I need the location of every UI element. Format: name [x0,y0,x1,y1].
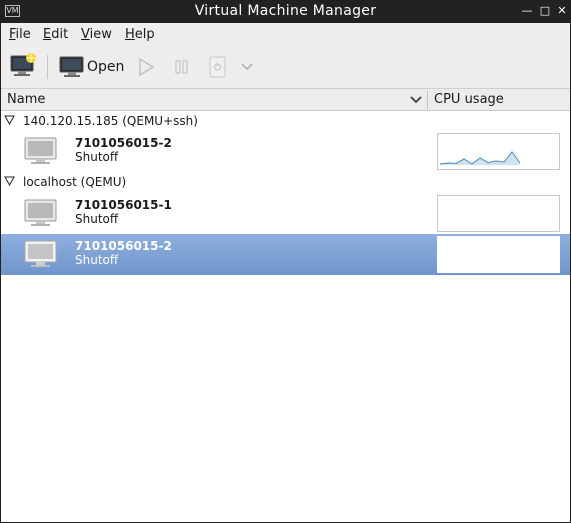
vm-monitor-icon [24,199,57,226]
vm-status: Shutoff [75,253,119,267]
monitor-icon [59,56,84,77]
minimize-icon[interactable]: — [520,4,534,18]
column-name-header[interactable]: Name [7,91,45,109]
title-bar[interactable]: VM Virtual Machine Manager — □ ✕ [1,1,570,23]
power-icon [209,56,226,78]
cpu-usage-graph [437,133,560,170]
menu-help[interactable]: Help [125,26,155,43]
connection-label: localhost (QEMU) [23,175,127,189]
run-button[interactable] [133,53,157,81]
shutdown-button[interactable] [205,53,229,81]
vm-status: Shutoff [75,212,119,226]
window-title: Virtual Machine Manager [194,3,377,19]
cpu-usage-graph [437,195,560,232]
connection-row[interactable]: localhost (QEMU) [1,172,570,192]
expander-open-icon[interactable] [4,115,15,125]
new-vm-button[interactable] [9,53,39,81]
pause-icon [175,60,188,74]
menu-file[interactable]: File [9,26,31,43]
vm-name: 7101056015-2 [75,136,172,150]
vm-row[interactable]: 7101056015-2 Shutoff [1,131,570,172]
vm-row-selected[interactable]: 7101056015-2 Shutoff [1,234,570,275]
menu-file-label: File [9,27,31,42]
maximize-icon[interactable]: □ [538,4,552,18]
menu-bar: File Edit View Help [1,23,570,45]
column-chooser-chevron-icon[interactable] [409,93,423,107]
column-header: Name CPU usage [1,89,570,111]
vm-name: 7101056015-1 [75,198,172,212]
toolbar-separator [47,55,48,79]
cpu-usage-sparkline [439,151,521,165]
menu-view-label: View [81,27,112,42]
connection-row[interactable]: 140.120.15.185 (QEMU+ssh) [1,111,570,131]
pause-button[interactable] [169,53,193,81]
expander-open-icon[interactable] [4,176,15,186]
menu-edit-label: Edit [43,27,69,42]
connection-label: 140.120.15.185 (QEMU+ssh) [23,114,198,128]
vm-status: Shutoff [75,150,119,164]
new-vm-icon [10,53,36,76]
column-cpu-header[interactable]: CPU usage [434,91,504,109]
close-icon[interactable]: ✕ [555,4,569,18]
open-button[interactable]: Open [57,53,125,81]
cpu-usage-graph [437,236,560,273]
vm-monitor-icon [24,137,57,164]
chevron-down-icon [241,63,253,70]
menu-view[interactable]: View [81,26,112,43]
menu-edit[interactable]: Edit [43,26,68,43]
vm-name: 7101056015-2 [75,239,172,253]
vm-row[interactable]: 7101056015-1 Shutoff [1,193,570,234]
column-divider[interactable] [427,91,428,109]
vm-monitor-icon [24,240,57,267]
vm-list[interactable]: 140.120.15.185 (QEMU+ssh) 7101056015-2 S… [1,111,570,522]
play-icon [139,57,155,77]
open-button-label: Open [87,59,125,75]
shutdown-menu-button[interactable] [239,53,255,81]
menu-help-label: Help [125,27,155,42]
main-window: VM Virtual Machine Manager — □ ✕ File Ed… [0,0,571,523]
toolbar: Open [1,45,570,89]
